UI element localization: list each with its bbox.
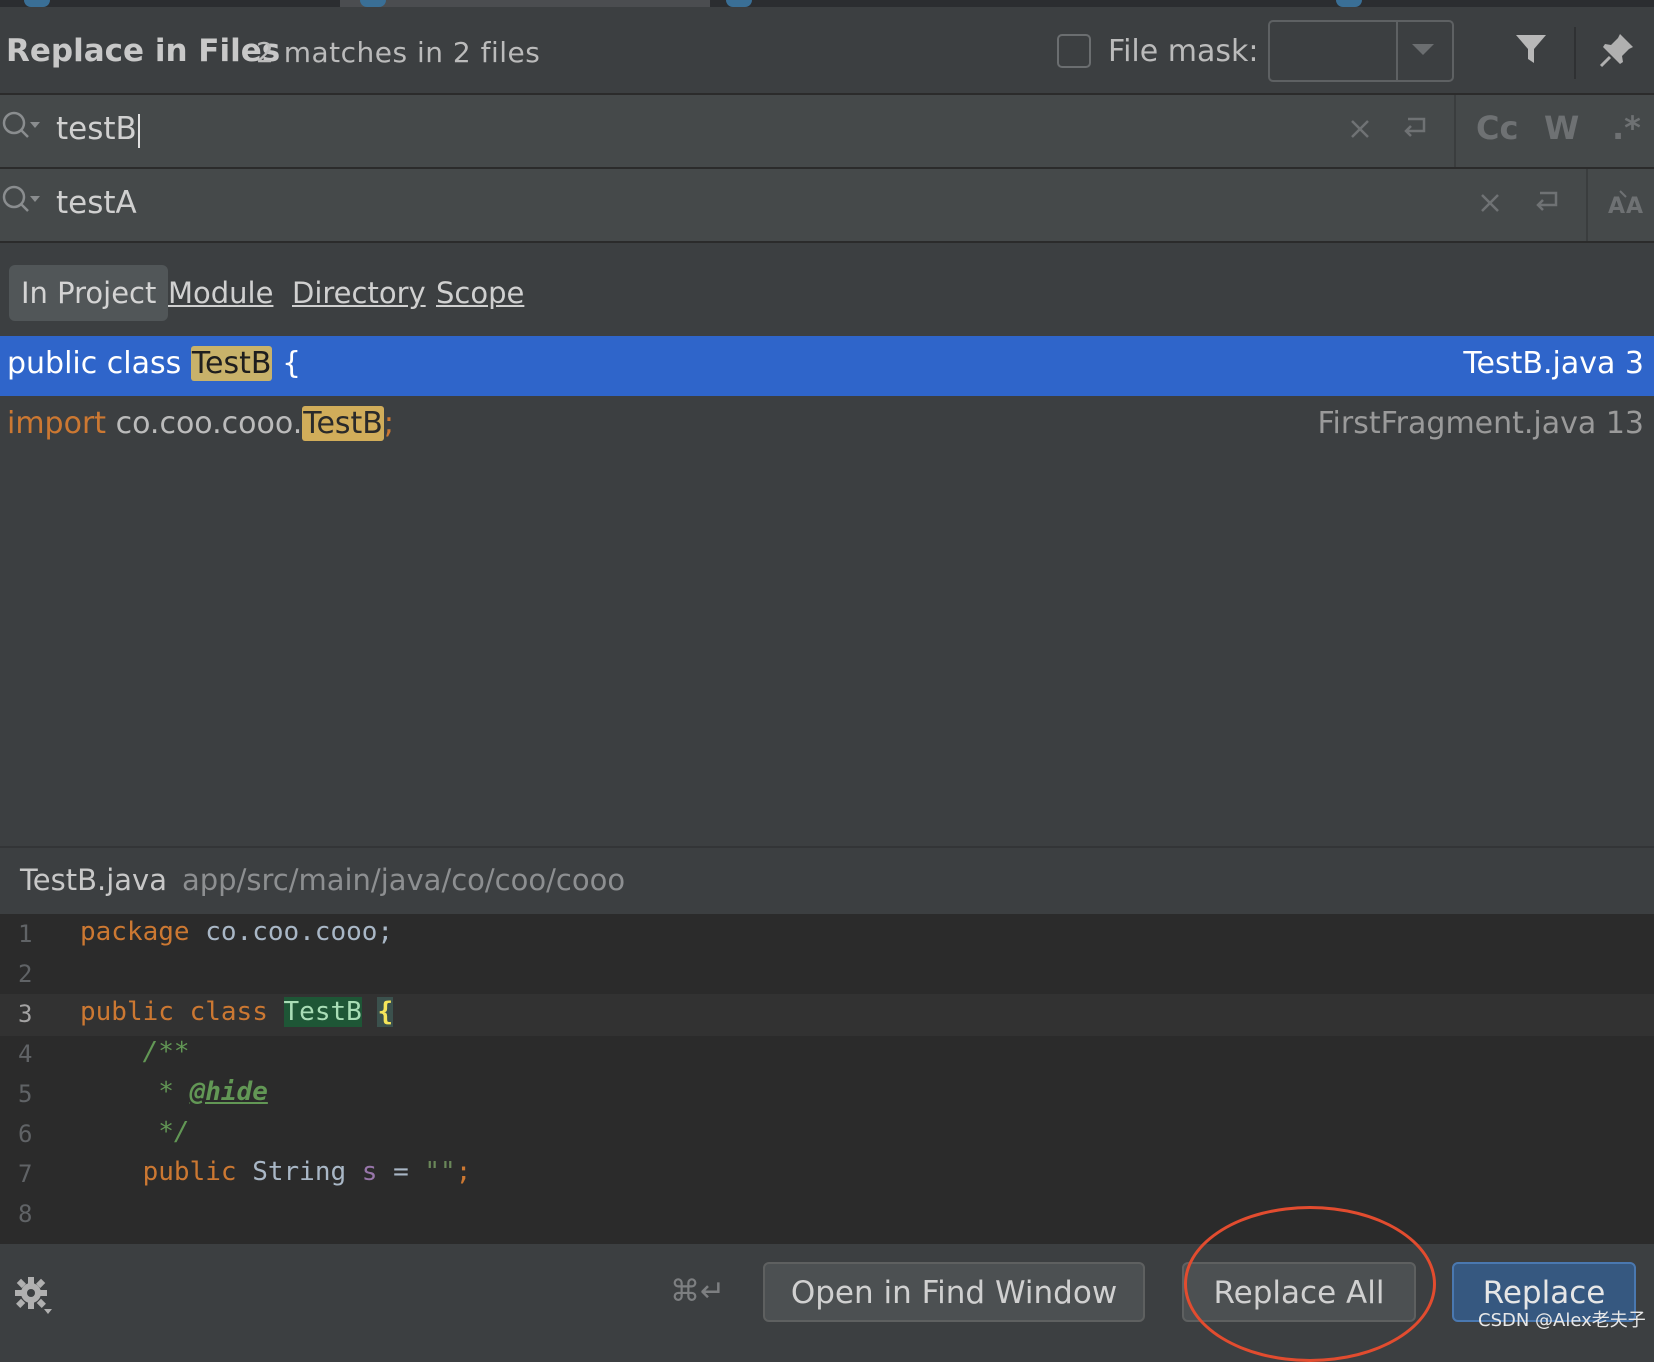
text-caret <box>137 113 140 148</box>
code-line: 6 */ <box>18 1117 190 1148</box>
replace-input[interactable]: testA <box>56 185 137 221</box>
code-line-current: 3 public class TestB { <box>0 994 1654 1036</box>
scope-tabs: In Project Module Directory Scope <box>0 243 1654 335</box>
code-line: 8 <box>0 1194 1654 1236</box>
file-mask-checkbox[interactable] <box>1057 34 1091 68</box>
code-line: 4 /** <box>18 1037 190 1068</box>
tab-indicator <box>360 0 386 7</box>
line-number: 1 <box>18 920 33 948</box>
line-number: 4 <box>18 1040 33 1068</box>
whole-words-toggle[interactable]: W <box>1544 109 1579 147</box>
result-file: TestB.java 3 <box>1463 346 1644 381</box>
results-list: public class TestB { TestB.java 3 import… <box>0 336 1654 846</box>
code-line: 2 <box>0 954 1654 996</box>
open-in-find-shortcut: ⌘↵ <box>670 1274 726 1309</box>
svg-text:A: A <box>1608 194 1625 219</box>
replace-all-button[interactable]: Replace All <box>1182 1262 1416 1322</box>
tab-in-project[interactable]: In Project <box>9 265 169 321</box>
tab-directory[interactable]: Directory <box>292 265 426 321</box>
newline-icon[interactable] <box>1530 187 1562 219</box>
open-in-find-window-button[interactable]: Open in Find Window <box>763 1262 1145 1322</box>
code-preview[interactable]: 1 package co.coo.cooo; 2 3 public class … <box>0 914 1654 1244</box>
preserve-case-icon[interactable]: A A <box>1606 187 1646 219</box>
result-row[interactable]: public class TestB { TestB.java 3 <box>0 336 1654 396</box>
watermark: CSDN @Alex老夫子 <box>1478 1310 1646 1331</box>
clear-icon[interactable] <box>1474 187 1506 219</box>
code-line: 7 public String s = ""; <box>18 1157 472 1188</box>
match-highlight: TestB <box>283 997 362 1027</box>
dialog-header: Replace in Files 2 matches in 2 files Fi… <box>0 7 1654 95</box>
result-row[interactable]: import co.coo.cooo.TestB; FirstFragment.… <box>0 396 1654 456</box>
dialog-footer: ⌘↵ Open in Find Window Replace All Repla… <box>0 1244 1654 1338</box>
line-number: 7 <box>18 1160 33 1188</box>
code-line: 5 * @hide <box>18 1077 268 1108</box>
file-mask-label: File mask: <box>1108 34 1259 69</box>
find-input[interactable]: testB <box>56 111 140 148</box>
newline-icon[interactable] <box>1398 113 1430 145</box>
preview-file-path: app/src/main/java/co/coo/cooo <box>182 863 626 897</box>
match-summary: 2 matches in 2 files <box>256 36 541 69</box>
match-case-toggle[interactable]: Cc <box>1476 109 1518 147</box>
match-highlight: TestB <box>302 406 384 441</box>
dialog-title: Replace in Files <box>6 33 281 69</box>
tab-indicator <box>1336 0 1362 7</box>
line-number: 2 <box>18 960 33 988</box>
file-mask-combo[interactable] <box>1268 20 1454 82</box>
clear-icon[interactable] <box>1344 113 1376 145</box>
search-history-icon[interactable] <box>0 109 44 145</box>
pin-icon[interactable] <box>1598 31 1636 69</box>
replace-row: testA A A <box>0 169 1654 243</box>
gear-icon[interactable] <box>14 1276 54 1316</box>
tab-scope[interactable]: Scope <box>436 265 524 321</box>
preview-header: TestB.java app/src/main/java/co/coo/cooo <box>0 846 1654 916</box>
result-code: import co.coo.cooo.TestB; <box>7 406 395 441</box>
search-history-icon[interactable] <box>0 183 44 219</box>
line-number: 6 <box>18 1120 33 1148</box>
line-number: 5 <box>18 1080 33 1108</box>
chevron-down-icon[interactable] <box>1412 44 1434 55</box>
preview-file-name: TestB.java <box>20 863 167 897</box>
find-row: testB Cc W .* <box>0 95 1654 169</box>
line-number: 8 <box>18 1200 33 1228</box>
svg-text:A: A <box>1626 194 1643 219</box>
tab-indicator <box>24 0 50 7</box>
tab-indicator <box>726 0 752 7</box>
window-tab[interactable] <box>340 0 710 7</box>
tab-module[interactable]: Module <box>168 265 273 321</box>
result-file: FirstFragment.java 13 <box>1317 406 1644 441</box>
line-number: 3 <box>18 1000 33 1028</box>
match-highlight: TestB <box>190 346 273 381</box>
code-line: 1 package co.coo.cooo; <box>18 917 394 948</box>
window-tab-strip <box>0 0 1654 7</box>
result-code: public class TestB { <box>7 346 302 381</box>
filter-icon[interactable] <box>1514 32 1548 66</box>
regex-toggle[interactable]: .* <box>1612 109 1641 147</box>
